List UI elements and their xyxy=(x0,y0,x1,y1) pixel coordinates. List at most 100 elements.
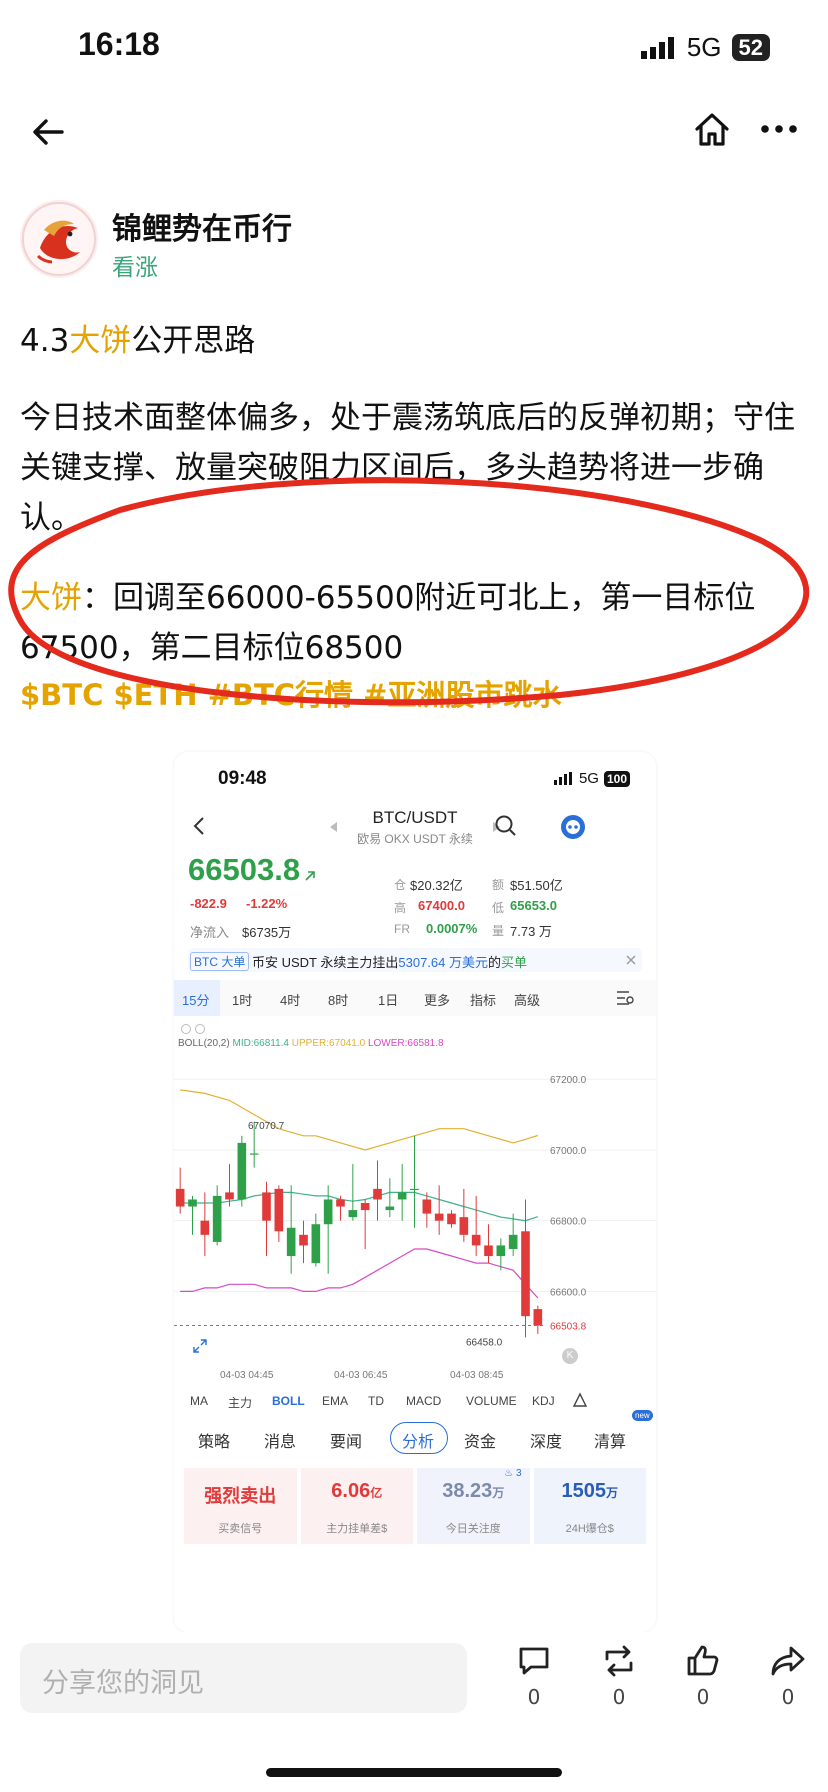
tf-1d[interactable]: 1日 xyxy=(378,990,398,1009)
chart-k-icon[interactable]: K xyxy=(562,1348,578,1364)
shot-search-icon[interactable] xyxy=(494,814,518,838)
card-attention-label: 今日关注度 xyxy=(445,1523,501,1535)
ticker-close-icon[interactable] xyxy=(626,955,636,965)
card-signal[interactable]: 强烈卖出 买卖信号 xyxy=(184,1468,297,1544)
candle-body xyxy=(410,1188,419,1191)
tf-8h[interactable]: 8时 xyxy=(328,990,348,1009)
ticker-pre: 币安 USDT 永续主力挂出 xyxy=(252,955,399,970)
post-title: 4.3大饼公开思路 xyxy=(20,315,255,360)
battery-icon: 52 xyxy=(731,34,770,61)
x-axis: 04-03 04:45 04-03 06:45 04-03 08:45 xyxy=(220,1370,504,1381)
tab-funds[interactable]: 资金 xyxy=(464,1428,496,1452)
author-name[interactable]: 锦鲤势在币行 xyxy=(112,204,292,248)
tf-4h[interactable]: 4时 xyxy=(280,990,300,1009)
comment-placeholder: 分享您的洞见 xyxy=(42,1668,204,1699)
candle-body xyxy=(471,1234,481,1246)
ticker-mid: 的 xyxy=(488,955,502,970)
candle-body xyxy=(385,1206,395,1211)
eye-toggle-icon[interactable] xyxy=(180,1022,210,1036)
tf-indicators[interactable]: 指标 xyxy=(470,990,496,1009)
back-icon[interactable] xyxy=(30,114,66,150)
candle-body xyxy=(459,1217,469,1235)
exchange-name: 欧易 OKX USDT 永续 xyxy=(357,832,473,846)
koi-logo-icon xyxy=(22,202,96,276)
signal-icon xyxy=(640,36,674,59)
card-signal-label: 买卖信号 xyxy=(218,1523,263,1535)
card-attention[interactable]: ♨ 3 38.23万 今日关注度 xyxy=(417,1468,530,1544)
tf-15m[interactable]: 15分 xyxy=(182,990,209,1009)
chart-settings-icon[interactable] xyxy=(616,990,634,1006)
repost-count: 0 xyxy=(612,1685,626,1709)
kline-chart[interactable]: 67200.0 67000.0 66800.0 66600.0 66503.8 67070… xyxy=(174,1048,656,1388)
candle-body xyxy=(496,1245,506,1257)
comment-button[interactable]: 0 xyxy=(504,1643,564,1709)
candle-body xyxy=(299,1234,308,1246)
title-suffix: 公开思路 xyxy=(131,323,256,359)
card-orderdiff[interactable]: 6.06亿 主力挂单差$ xyxy=(300,1468,413,1544)
card-attention-value: 38.23 xyxy=(442,1480,493,1502)
netflow-value: $6735万 xyxy=(242,925,292,940)
whale-ticker[interactable]: BTC 大单 币安 USDT 永续主力挂出5307.64 万美元的买单 xyxy=(188,948,642,972)
candle-body xyxy=(397,1192,407,1200)
comment-input[interactable]: 分享您的洞见 xyxy=(20,1643,467,1713)
oi-value: $20.32亿 xyxy=(410,878,463,893)
ind-boll[interactable]: BOLL xyxy=(272,1394,305,1408)
expand-chart-icon[interactable] xyxy=(192,1338,208,1354)
ind-ma[interactable]: MA xyxy=(190,1394,208,1408)
boll-lower-line xyxy=(180,1248,539,1299)
comment-count: 0 xyxy=(527,1685,541,1709)
tf-1h[interactable]: 1时 xyxy=(232,990,252,1009)
tab-analysis[interactable]: 分析 xyxy=(402,1428,434,1452)
candle-body xyxy=(188,1199,197,1207)
like-button[interactable]: 0 xyxy=(673,1643,733,1709)
y-axis: 67200.0 67000.0 66800.0 66600.0 66503.8 67070… xyxy=(248,1075,590,1349)
ind-kdj[interactable]: KDJ xyxy=(532,1394,555,1408)
x-tick-label: 04-03 06:45 xyxy=(334,1370,388,1381)
price-change: -822.9 xyxy=(190,896,227,911)
card-orderdiff-label: 主力挂单差$ xyxy=(326,1523,388,1535)
comment-icon xyxy=(519,1647,549,1675)
shot-back-icon[interactable] xyxy=(192,816,206,836)
tab-news[interactable]: 消息 xyxy=(264,1428,296,1452)
candle-body xyxy=(249,1153,259,1155)
tab-headlines[interactable]: 要闻 xyxy=(330,1428,362,1452)
new-badge: new xyxy=(632,1410,653,1421)
signal-cards: 强烈卖出 买卖信号 6.06亿 主力挂单差$ ♨ 3 38.23万 今日关注度 … xyxy=(184,1468,646,1544)
tf-advanced[interactable]: 高级 xyxy=(514,990,540,1009)
tab-depth[interactable]: 深度 xyxy=(530,1428,562,1452)
ind-volume[interactable]: VOLUME xyxy=(466,1394,517,1408)
oi-label: 仓 xyxy=(394,878,407,892)
card-liquidation-valwrap: 1505万 xyxy=(534,1480,647,1503)
ind-ema[interactable]: EMA xyxy=(322,1394,348,1408)
price-change-pct: -1.22% xyxy=(246,896,288,911)
timeframe-bar: 15分 1时 4时 8时 1日 更多 指标 高级 xyxy=(174,980,656,1016)
assistant-bot-icon[interactable] xyxy=(560,814,586,840)
ind-td[interactable]: TD xyxy=(368,1394,384,1408)
candle-body xyxy=(533,1309,543,1326)
ind-macd[interactable]: MACD xyxy=(406,1394,441,1408)
tf-more[interactable]: 更多 xyxy=(424,990,450,1009)
candle-body xyxy=(422,1199,432,1214)
embedded-screenshot[interactable]: 09:48 5G 100 BTC/USDT 欧易 OKX USDT 永续 665… xyxy=(174,752,656,1632)
ticker-text: 币安 USDT 永续主力挂出5307.64 万美元的买单 xyxy=(252,952,527,971)
home-icon[interactable] xyxy=(692,110,732,150)
share-icon xyxy=(771,1646,805,1676)
repost-button[interactable]: 0 xyxy=(589,1643,649,1709)
avatar[interactable] xyxy=(20,200,98,278)
x-tick-label: 04-03 04:45 xyxy=(220,1370,274,1381)
funding-label: FR xyxy=(394,922,410,936)
card-liquidation[interactable]: 1505万 24H爆仓$ xyxy=(533,1468,647,1544)
candle-body xyxy=(212,1195,222,1242)
shot-signal-icon xyxy=(553,772,572,785)
y-tick-label: 66600.0 xyxy=(550,1287,587,1298)
boll-lines xyxy=(180,1089,539,1299)
tab-strategy[interactable]: 策略 xyxy=(198,1428,230,1452)
draw-tool-icon[interactable] xyxy=(572,1392,588,1408)
more-icon[interactable] xyxy=(760,124,798,134)
ind-main[interactable]: 主力 xyxy=(228,1394,252,1411)
shot-time: 09:48 xyxy=(218,768,267,789)
tab-liquidation[interactable]: 清算 xyxy=(594,1428,626,1452)
candle-body xyxy=(434,1213,444,1221)
share-button[interactable]: 0 xyxy=(758,1643,818,1709)
title-highlight: 大饼 xyxy=(69,323,132,359)
